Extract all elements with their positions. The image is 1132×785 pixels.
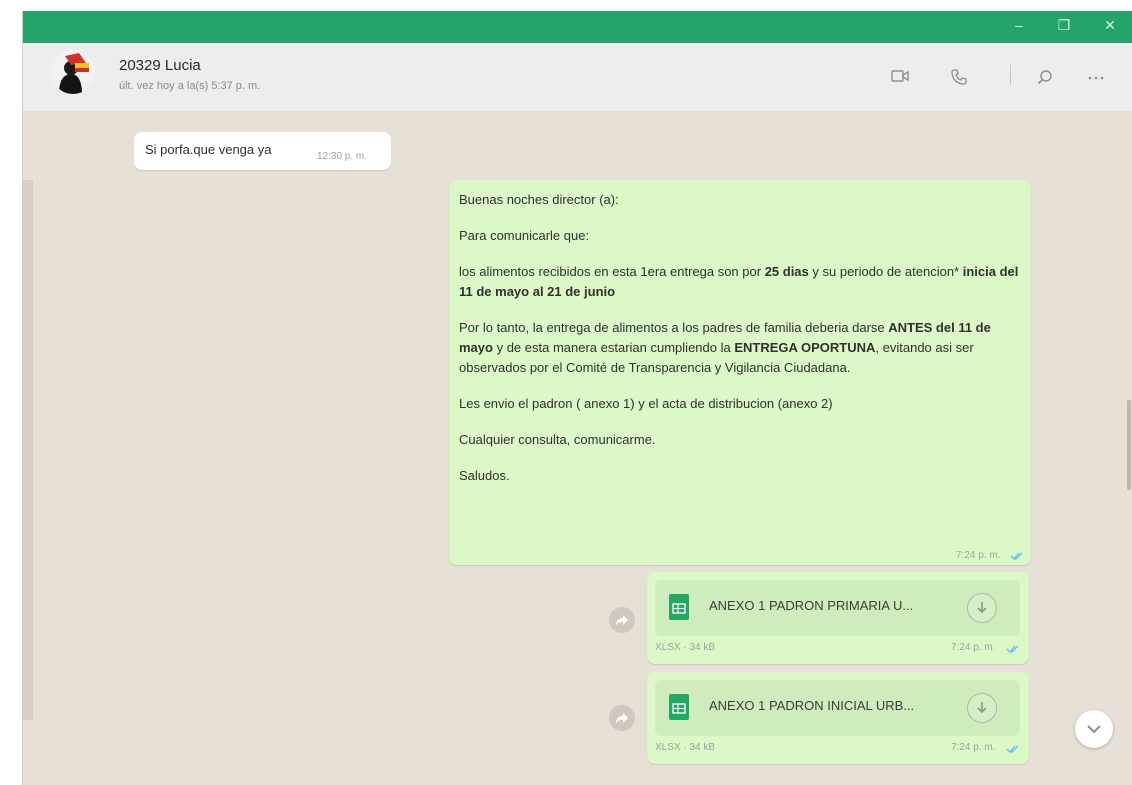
message-line: Les envio el padron ( anexo 1) y el acta… — [459, 396, 833, 411]
message-text: Si porfa.que venga ya — [145, 142, 272, 157]
bold-run: ENTREGA OPORTUNA — [734, 340, 876, 355]
message-line: Buenas noches director (a): — [459, 192, 619, 207]
scroll-down-icon[interactable] — [1075, 710, 1113, 748]
read-ticks-icon — [1006, 741, 1020, 759]
message-line: Para comunicarle que: — [459, 228, 590, 243]
document-meta: XLSX · 34 kB — [655, 742, 716, 753]
bold-run: 25 dias — [764, 264, 809, 279]
chat-header[interactable]: 20329 Lucia últ. vez hoy a la(s) 5:37 p.… — [23, 43, 1132, 112]
message-line: Cualquier consulta, comunicarme. — [459, 432, 656, 447]
text-run: y su periodo de atencion* — [808, 264, 963, 279]
message-body: Buenas noches director (a): Para comunic… — [459, 190, 1021, 486]
message-time: 12:30 p. m. — [317, 151, 368, 162]
xlsx-file-icon — [669, 694, 689, 720]
contact-name[interactable]: 20329 Lucia — [119, 57, 201, 74]
maximize-button[interactable]: ❐ — [1047, 11, 1081, 39]
menu-icon[interactable] — [1087, 69, 1105, 90]
message-time: 7:24 p. m. — [951, 742, 996, 753]
forward-icon[interactable] — [609, 607, 635, 633]
document-name[interactable]: ANEXO 1 PADRON PRIMARIA U... — [709, 598, 913, 613]
chat-edge-bar — [23, 180, 33, 720]
video-call-icon[interactable] — [891, 69, 909, 88]
text-run: y de esta manera estarian cumpliendo la — [492, 340, 735, 355]
document-message[interactable]: ANEXO 1 PADRON INICIAL URB... XLSX · 34 … — [647, 672, 1029, 764]
header-divider — [1010, 65, 1011, 85]
document-card[interactable]: ANEXO 1 PADRON INICIAL URB... — [655, 680, 1020, 736]
read-ticks-icon — [1006, 641, 1020, 659]
read-ticks-icon — [1010, 548, 1024, 566]
message-time: 7:24 p. m. — [956, 550, 1001, 561]
document-meta: XLSX · 34 kB — [655, 642, 716, 653]
minimize-button[interactable]: – — [1002, 11, 1036, 39]
search-icon[interactable] — [1037, 69, 1053, 90]
whatsapp-window: – ❐ ✕ 20329 Lucia últ. vez hoy a la(s) 5… — [22, 11, 1132, 785]
download-icon[interactable] — [967, 693, 997, 723]
outgoing-message[interactable]: Buenas noches director (a): Para comunic… — [449, 180, 1031, 565]
message-paragraph: Por lo tanto, la entrega de alimentos a … — [459, 318, 1021, 378]
document-message[interactable]: ANEXO 1 PADRON PRIMARIA U... XLSX · 34 k… — [647, 572, 1029, 664]
xlsx-file-icon — [669, 594, 689, 620]
chat-scrollbar[interactable] — [1127, 400, 1131, 490]
incoming-message[interactable]: Si porfa.que venga ya 12:30 p. m. — [134, 132, 391, 170]
download-icon[interactable] — [967, 593, 997, 623]
chat-area[interactable]: Si porfa.que venga ya 12:30 p. m. Buenas… — [23, 112, 1132, 785]
close-button[interactable]: ✕ — [1093, 11, 1127, 39]
avatar[interactable] — [51, 50, 95, 94]
voice-call-icon[interactable] — [951, 69, 967, 90]
text-run: los alimentos recibidos en esta 1era ent… — [459, 264, 765, 279]
last-seen-status: últ. vez hoy a la(s) 5:37 p. m. — [119, 80, 261, 92]
document-name[interactable]: ANEXO 1 PADRON INICIAL URB... — [709, 698, 914, 713]
forward-icon[interactable] — [609, 705, 635, 731]
message-time: 7:24 p. m. — [951, 642, 996, 653]
title-bar: – ❐ ✕ — [23, 11, 1132, 43]
message-paragraph: los alimentos recibidos en esta 1era ent… — [459, 262, 1021, 302]
document-card[interactable]: ANEXO 1 PADRON PRIMARIA U... — [655, 580, 1020, 636]
message-line: Saludos. — [459, 468, 510, 483]
text-run: Por lo tanto, la entrega de alimentos a … — [459, 320, 889, 335]
